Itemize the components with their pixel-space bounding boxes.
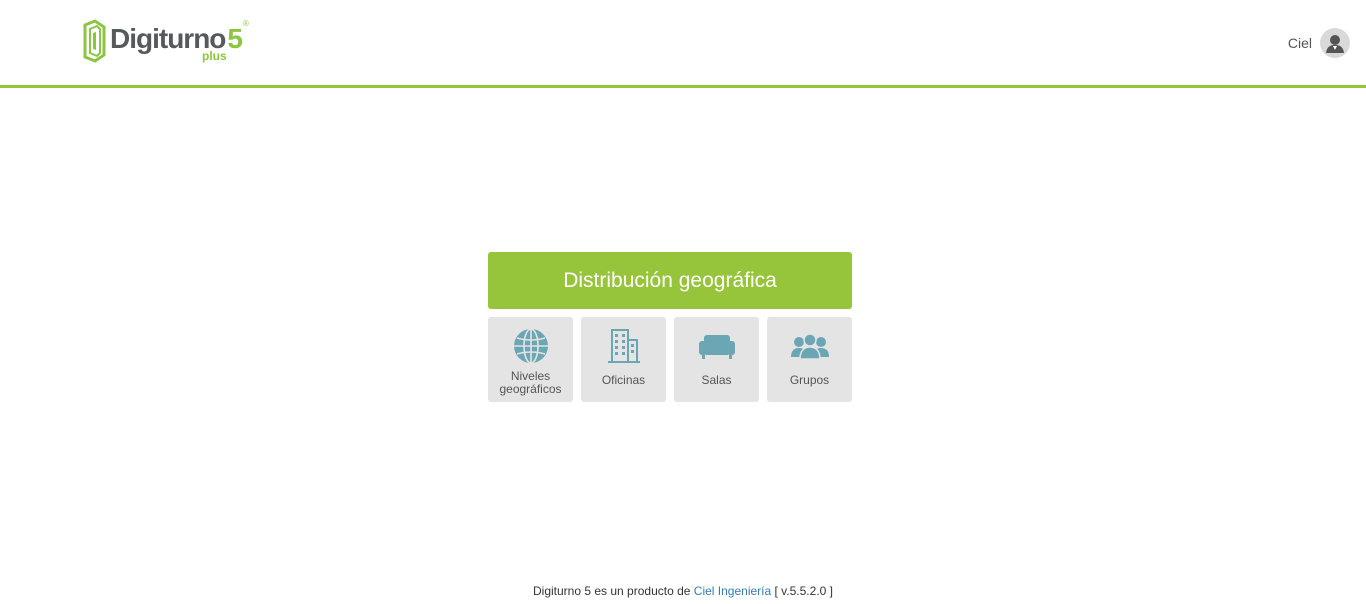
- tile-label: Oficinas: [601, 373, 646, 387]
- tiles-row: Niveles geográficos Oficinas Salas Grupo…: [488, 317, 852, 402]
- footer-company-link[interactable]: Ciel Ingeniería: [694, 584, 771, 598]
- footer-version: [ v.5.5.2.0 ]: [774, 584, 833, 598]
- user-name: Ciel: [1287, 35, 1312, 51]
- tile-label: Grupos: [789, 373, 830, 387]
- user-avatar-icon[interactable]: [1320, 28, 1350, 58]
- sofa-icon: [698, 335, 735, 359]
- footer: Digiturno 5 es un producto de Ciel Ingen…: [0, 584, 1366, 598]
- logo-registered: ®: [243, 19, 249, 28]
- person-icon: [1326, 35, 1344, 53]
- tile-oficinas[interactable]: Oficinas: [581, 317, 666, 402]
- group-icon: [790, 333, 829, 360]
- logo-plus: plus: [202, 49, 227, 63]
- user-menu[interactable]: Ciel: [1288, 28, 1350, 58]
- tile-label: Salas: [701, 373, 732, 387]
- globe-icon: [513, 328, 548, 364]
- geo-distribution-panel: Distribución geográfica Niveles geográfi…: [488, 252, 852, 402]
- top-header: Digiturno5® plus Ciel: [0, 0, 1366, 88]
- panel-title: Distribución geográfica: [488, 252, 852, 309]
- tile-niveles-geograficos[interactable]: Niveles geográficos: [488, 317, 573, 402]
- tile-label: Niveles geográficos: [499, 369, 562, 396]
- tile-salas[interactable]: Salas: [674, 317, 759, 402]
- logo-number: 5: [227, 23, 243, 54]
- footer-text: Digiturno 5 es un producto de: [533, 584, 691, 598]
- building-icon: [607, 329, 640, 363]
- logo-mark-icon: [83, 19, 106, 63]
- digiturno-logo[interactable]: Digiturno5® plus: [82, 19, 262, 65]
- tile-grupos[interactable]: Grupos: [767, 317, 852, 402]
